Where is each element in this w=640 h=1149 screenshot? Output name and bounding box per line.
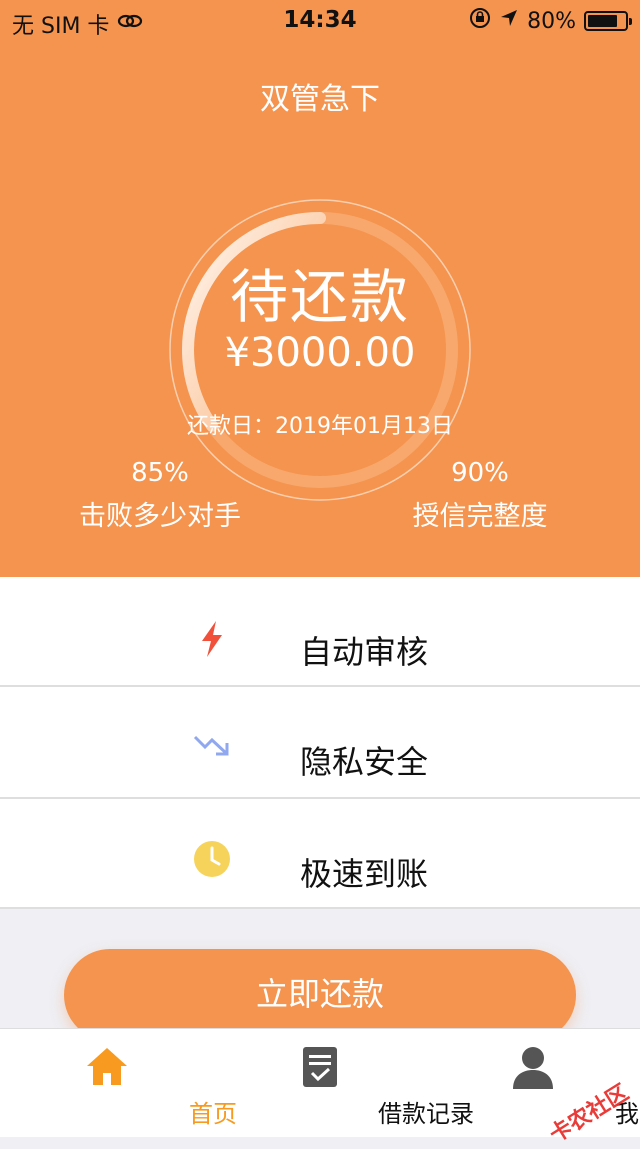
user-icon	[511, 1045, 555, 1093]
lightning-icon	[192, 619, 232, 659]
battery-percent: 80%	[527, 9, 576, 34]
tab-loan-records[interactable]: 借款记录	[213, 1029, 426, 1137]
stat-label: 授信完整度	[360, 494, 600, 533]
status-right: 80%	[469, 7, 628, 35]
loan-status: 待还款	[0, 250, 640, 334]
feature-item-auto-review: 自动审核	[0, 577, 640, 687]
loan-amount: ¥3000.00	[0, 330, 640, 376]
rotation-lock-icon	[469, 7, 491, 35]
feature-item-fast-payout: 极速到账	[0, 799, 640, 909]
page-title: 双管急下	[0, 74, 640, 118]
feature-item-privacy: 隐私安全	[0, 687, 640, 799]
loan-summary-header: 双管急下 待还款 ¥3000.00 还款日：2019年01月13日 85% 击败…	[0, 40, 640, 577]
feature-list: 自动审核 隐私安全 极速到账	[0, 577, 640, 909]
feature-label: 极速到账	[300, 849, 428, 895]
status-bar: 无 SIM 卡 14:34 80%	[0, 0, 640, 40]
clock-icon	[192, 839, 232, 879]
stat-value: 85%	[40, 458, 280, 488]
due-date: 还款日：2019年01月13日	[0, 408, 640, 440]
home-icon	[85, 1045, 129, 1091]
stat-credit-completeness: 90% 授信完整度	[360, 458, 600, 533]
trend-down-icon	[192, 727, 232, 767]
feature-label: 隐私安全	[300, 737, 428, 783]
stat-beat-opponents: 85% 击败多少对手	[40, 458, 280, 533]
battery-icon	[584, 11, 628, 31]
document-check-icon	[300, 1045, 340, 1093]
location-arrow-icon	[499, 8, 519, 34]
tab-home[interactable]: 首页	[0, 1029, 213, 1137]
stat-value: 90%	[360, 458, 600, 488]
stat-label: 击败多少对手	[40, 494, 280, 533]
feature-label: 自动审核	[300, 627, 428, 673]
